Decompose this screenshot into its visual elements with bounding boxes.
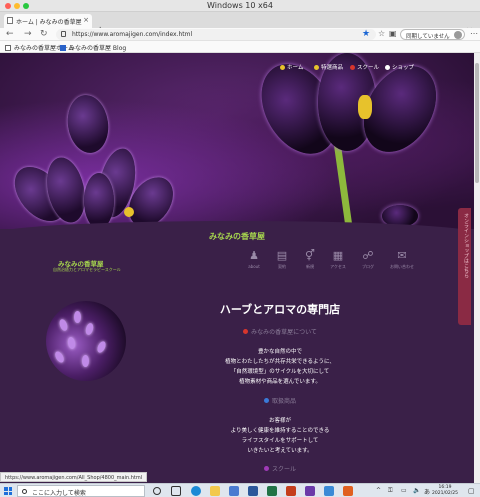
- web-page: ホーム 特選商品 スクール ショップ みなみの香草屋 みなみの香草屋 自然治癒力…: [0, 53, 474, 483]
- map-icon: ▦: [332, 249, 344, 262]
- nav-shop[interactable]: ショップ: [385, 63, 414, 71]
- shop-icon: [385, 65, 390, 70]
- bullet-icon: [263, 398, 269, 403]
- flower-petal: [84, 173, 114, 229]
- notification-icon[interactable]: ▢: [468, 487, 475, 495]
- edge-icon[interactable]: [191, 486, 201, 496]
- flower-bud: [64, 92, 112, 156]
- host-window-title: Windows 10 x64: [207, 1, 273, 10]
- status-bar-url: https://www.aromajigen.com/All_Shop/4800…: [0, 472, 148, 482]
- app-icon[interactable]: [305, 486, 315, 496]
- main-heading: ハーブとアロマの専門店: [219, 303, 341, 316]
- host-titlebar: Windows 10 x64: [0, 0, 480, 12]
- lavender-bud: [74, 311, 81, 323]
- icon-nav-contact[interactable]: ✉ お問い合わせ: [389, 250, 415, 270]
- nav-featured[interactable]: 特選商品: [314, 63, 343, 71]
- mail-app-icon[interactable]: [324, 486, 334, 496]
- network-icon[interactable]: ⚿: [388, 487, 393, 495]
- bullet-icon: [263, 466, 269, 471]
- section-link-products[interactable]: 取扱商品: [170, 396, 390, 405]
- school-icon: [350, 65, 355, 70]
- flower-center: [358, 95, 372, 119]
- intro-paragraph: 豊かな自然の中で 植物とわたしたちが共存共栄できるように、 「自然環境型」のサイ…: [225, 349, 335, 385]
- tray-chevron-icon[interactable]: ^: [376, 487, 381, 494]
- site-name: みなみの香草屋: [209, 232, 265, 241]
- refresh-icon[interactable]: ↻: [40, 29, 48, 39]
- taskbar-clock[interactable]: 16:19 2021/02/25: [432, 485, 458, 497]
- icon-nav-contract[interactable]: ▤ 契約: [269, 250, 295, 270]
- tab-bar: ホーム | みなみの香草屋 × + — ▢ ✕: [0, 12, 480, 36]
- more-menu-icon[interactable]: ⋯: [470, 29, 478, 38]
- file-explorer-icon[interactable]: [210, 486, 220, 496]
- rss-icon: ☍: [362, 249, 374, 262]
- sync-status-button[interactable]: 同期していません: [400, 29, 465, 40]
- search-icon: [22, 489, 27, 494]
- logo-subtitle: 自然治癒力とアロマセラピースクール: [53, 267, 121, 272]
- mission-paragraph: お客様が より美しく健康を維持することのできる ライフスタイルをサポートして い…: [230, 418, 330, 454]
- home-icon: [280, 65, 285, 70]
- address-toolbar: ← → ↻ https://www.aromajigen.com/index.h…: [0, 28, 480, 41]
- volume-icon[interactable]: 🔈: [413, 487, 420, 494]
- icon-nav-new[interactable]: ⚥ 新規: [297, 250, 323, 270]
- app-icon[interactable]: [343, 486, 353, 496]
- battery-icon[interactable]: ▭: [401, 487, 407, 494]
- tab-title: ホーム | みなみの香草屋: [16, 19, 82, 26]
- page-scrollbar[interactable]: [474, 53, 480, 483]
- url-field[interactable]: https://www.aromajigen.com/index.html: [56, 29, 376, 40]
- document-icon: ▤: [276, 249, 288, 262]
- icon-nav-about[interactable]: ♟ about: [241, 249, 267, 270]
- back-arrow-icon[interactable]: ←: [6, 29, 14, 39]
- nav-school[interactable]: スクール: [350, 63, 379, 71]
- lavender-bud: [58, 318, 69, 332]
- windows-start-icon[interactable]: [4, 487, 12, 495]
- lavender-bud: [84, 322, 95, 336]
- side-tab-label: オンラインショップはこちら: [463, 213, 469, 278]
- gift-icon: [314, 65, 319, 70]
- browser-tab[interactable]: ホーム | みなみの香草屋 ×: [4, 14, 92, 28]
- sync-status-label: 同期していません: [406, 34, 450, 40]
- icon-nav-access[interactable]: ▦ アクセス: [325, 250, 351, 270]
- task-view-icon[interactable]: [171, 486, 181, 496]
- excel-icon[interactable]: [267, 486, 277, 496]
- lavender-bud: [53, 350, 66, 364]
- lavender-bud: [95, 340, 108, 354]
- lavender-bud: [67, 336, 76, 350]
- powerpoint-icon[interactable]: [286, 486, 296, 496]
- lavender-bud: [82, 355, 89, 367]
- nav-home[interactable]: ホーム: [280, 63, 303, 71]
- flower-center: [124, 207, 134, 217]
- url-text: https://www.aromajigen.com/index.html: [72, 31, 193, 38]
- page-favicon-icon: [7, 17, 13, 24]
- online-shop-side-tab[interactable]: オンラインショップはこちら: [458, 208, 471, 325]
- tab-close-icon[interactable]: ×: [83, 16, 89, 24]
- person-icon: ♟: [249, 249, 259, 262]
- page-icon: [5, 45, 11, 51]
- bullet-icon: [243, 329, 249, 334]
- bookmark-blog[interactable]: みなみの香草屋 Blog: [60, 43, 126, 52]
- favorites-icon[interactable]: ☆: [378, 29, 385, 38]
- section-link-about[interactable]: みなみの香草屋について: [170, 327, 390, 336]
- taskbar-search-input[interactable]: ここに入力して検索: [17, 485, 145, 497]
- taskbar: ここに入力して検索 ^ ⚿ ▭ 🔈 あ 16:19 2021/02/25 ▢: [0, 483, 480, 497]
- people-icon: ⚥: [305, 249, 315, 262]
- word-icon[interactable]: [248, 486, 258, 496]
- store-icon[interactable]: [229, 486, 239, 496]
- flower-stem: [333, 142, 354, 234]
- ime-icon[interactable]: あ: [424, 487, 430, 496]
- collections-icon[interactable]: ▣: [389, 29, 397, 38]
- profile-avatar: [453, 31, 462, 39]
- favorite-star-icon[interactable]: ★: [362, 29, 370, 39]
- lock-icon: [61, 31, 66, 37]
- cortana-icon[interactable]: [153, 487, 161, 495]
- lavender-circle-image: [46, 301, 126, 381]
- hero-image: ホーム 特選商品 スクール ショップ: [0, 53, 474, 236]
- icon-nav-blog[interactable]: ☍ ブログ: [355, 250, 381, 270]
- scrollbar-thumb[interactable]: [475, 63, 479, 183]
- blog-icon: [60, 45, 66, 51]
- forward-arrow-icon[interactable]: →: [24, 29, 32, 39]
- section-link-school[interactable]: スクール: [170, 464, 390, 473]
- mail-icon: ✉: [397, 249, 407, 262]
- search-placeholder: ここに入力して検索: [32, 490, 86, 497]
- bookmarks-bar: みなみの香草屋ホーム みなみの香草屋 Blog: [0, 41, 480, 53]
